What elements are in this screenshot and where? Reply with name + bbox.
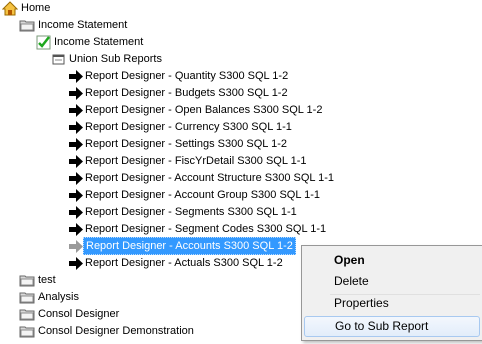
arrow-right-icon bbox=[68, 171, 84, 186]
tree-label: Report Designer - Accounts S300 SQL 1-2 bbox=[83, 237, 296, 255]
tree-label: Report Designer - Currency S300 SQL 1-1 bbox=[85, 121, 292, 133]
tree-node-report[interactable]: Report Designer - Account Structure S300… bbox=[0, 170, 336, 187]
tree-label: Report Designer - Budgets S300 SQL 1-2 bbox=[85, 87, 288, 99]
menu-item-delete[interactable]: Delete bbox=[304, 271, 480, 292]
context-menu: Open Delete Properties Go to Sub Report bbox=[301, 245, 482, 341]
tree-node-report[interactable]: Report Designer - Quantity S300 SQL 1-2 bbox=[0, 68, 290, 85]
tree-label: Report Designer - Segments S300 SQL 1-1 bbox=[85, 206, 297, 218]
tree-node-report[interactable]: Report Designer - Open Balances S300 SQL… bbox=[0, 102, 324, 119]
arrow-right-icon bbox=[68, 188, 84, 203]
tree-node-report[interactable]: Report Designer - Budgets S300 SQL 1-2 bbox=[0, 85, 290, 102]
home-icon bbox=[1, 1, 19, 16]
arrow-right-icon bbox=[68, 120, 84, 135]
arrow-right-icon bbox=[68, 154, 84, 169]
check-icon bbox=[36, 35, 52, 50]
tree-label: Report Designer - Settings S300 SQL 1-2 bbox=[85, 138, 287, 150]
arrow-right-icon bbox=[68, 256, 84, 271]
tree-node-income-statement[interactable]: Income Statement bbox=[0, 17, 129, 34]
tree-label: Union Sub Reports bbox=[69, 53, 162, 65]
arrow-right-icon bbox=[68, 86, 84, 101]
tree-label: test bbox=[38, 274, 56, 286]
tree-node-consol-designer-demonstration[interactable]: Consol Designer Demonstration bbox=[0, 323, 196, 340]
arrow-right-icon bbox=[68, 222, 84, 237]
tree-label: Analysis bbox=[38, 291, 79, 303]
tree-label: Report Designer - Quantity S300 SQL 1-2 bbox=[85, 70, 289, 82]
tree-node-report[interactable]: Report Designer - Account Group S300 SQL… bbox=[0, 187, 322, 204]
tree-label: Home bbox=[21, 2, 51, 14]
folder-icon bbox=[19, 290, 35, 305]
tree-label: Consol Designer bbox=[38, 308, 120, 320]
tree-label: Report Designer - Account Structure S300… bbox=[85, 172, 335, 184]
tree-label: Report Designer - Actuals S300 SQL 1-2 bbox=[85, 257, 283, 269]
tree-node-report[interactable]: Report Designer - Segment Codes S300 SQL… bbox=[0, 221, 328, 238]
arrow-right-icon bbox=[68, 103, 84, 118]
tree-label: Income Statement bbox=[54, 36, 144, 48]
menu-item-open[interactable]: Open bbox=[304, 250, 480, 271]
tree-label: Report Designer - Segment Codes S300 SQL… bbox=[85, 223, 327, 235]
arrow-right-icon bbox=[68, 137, 84, 152]
folder-icon bbox=[19, 18, 35, 33]
tree-node-income-statement-report[interactable]: Income Statement bbox=[0, 34, 145, 51]
tree-label: Report Designer - Account Group S300 SQL… bbox=[85, 189, 320, 201]
tree-label: Income Statement bbox=[38, 19, 128, 31]
folder-icon bbox=[19, 307, 35, 322]
menu-item-go-to-sub-report[interactable]: Go to Sub Report bbox=[304, 316, 480, 337]
tree-label: Report Designer - FiscYrDetail S300 SQL … bbox=[85, 155, 307, 167]
tree-node-home[interactable]: Home bbox=[0, 0, 52, 17]
tree-node-report[interactable]: Report Designer - Currency S300 SQL 1-1 bbox=[0, 119, 294, 136]
tree-node-analysis[interactable]: Analysis bbox=[0, 289, 81, 306]
folder-icon bbox=[19, 273, 35, 288]
tree-node-report-selected[interactable]: Report Designer - Accounts S300 SQL 1-2 bbox=[0, 237, 296, 255]
tree-node-union-sub-reports[interactable]: Union Sub Reports bbox=[0, 51, 164, 68]
tree-node-report[interactable]: Report Designer - Actuals S300 SQL 1-2 bbox=[0, 255, 285, 272]
tree-node-report[interactable]: Report Designer - FiscYrDetail S300 SQL … bbox=[0, 153, 309, 170]
tree-node-test[interactable]: test bbox=[0, 272, 58, 289]
tree-node-report[interactable]: Report Designer - Settings S300 SQL 1-2 bbox=[0, 136, 289, 153]
tree-label: Consol Designer Demonstration bbox=[38, 325, 194, 337]
arrow-right-icon bbox=[68, 205, 84, 220]
arrow-right-faded-icon bbox=[68, 239, 84, 254]
tree-label: Report Designer - Open Balances S300 SQL… bbox=[85, 104, 323, 116]
arrow-right-icon bbox=[68, 69, 84, 84]
report-icon bbox=[51, 52, 67, 67]
tree-node-consol-designer[interactable]: Consol Designer bbox=[0, 306, 121, 323]
tree-node-report[interactable]: Report Designer - Segments S300 SQL 1-1 bbox=[0, 204, 299, 221]
menu-item-properties[interactable]: Properties bbox=[304, 293, 480, 314]
folder-icon bbox=[19, 324, 35, 339]
